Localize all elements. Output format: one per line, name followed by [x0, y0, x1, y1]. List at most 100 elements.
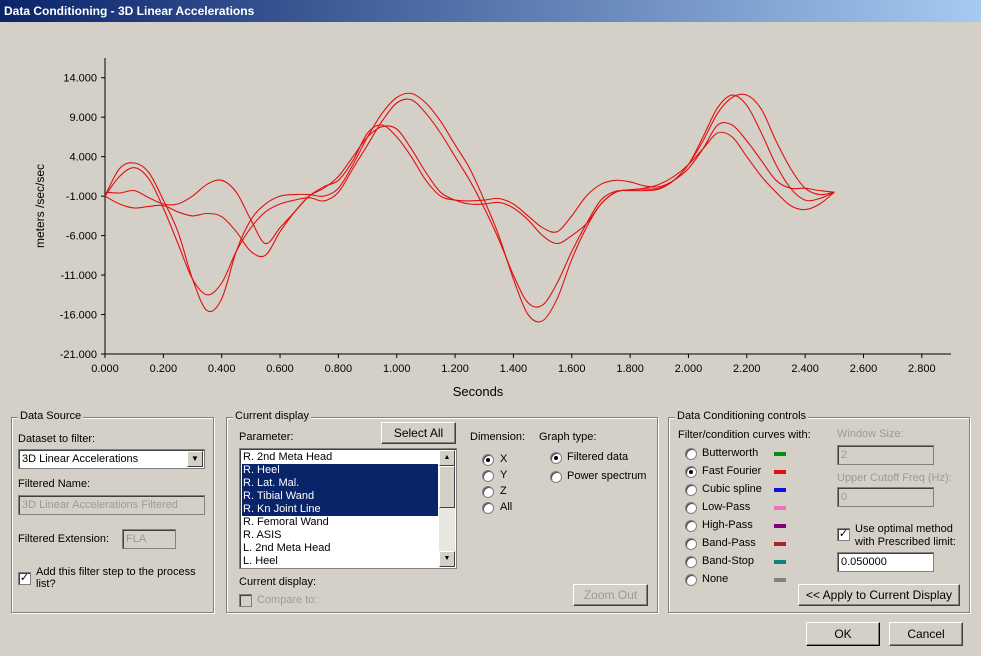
filter-label: Band-Stop: [702, 555, 754, 567]
dimension-radio-z[interactable]: [482, 486, 494, 498]
parameter-list-item[interactable]: R. Kn Joint Line: [242, 503, 438, 516]
x-tick-label: 1.000: [383, 363, 411, 375]
filter-label: Butterworth: [702, 447, 759, 459]
filter-color-swatch: [774, 506, 786, 510]
filter-radio[interactable]: [685, 556, 697, 568]
x-tick-label: 0.200: [150, 363, 178, 375]
dimension-label-y: Y: [500, 469, 508, 481]
dimension-radio-y[interactable]: [482, 470, 494, 482]
apply-button[interactable]: << Apply to Current Display: [798, 584, 960, 606]
ok-button[interactable]: OK: [806, 622, 880, 646]
x-tick-label: 2.600: [850, 363, 878, 375]
graph-type-radio[interactable]: [550, 452, 562, 464]
scroll-down-icon[interactable]: ▼: [439, 551, 455, 567]
parameter-list-item[interactable]: R. Lat. Mal.: [242, 477, 438, 490]
filter-color-swatch: [774, 452, 786, 456]
y-tick-label: -21.000: [60, 349, 97, 361]
filter-radio[interactable]: [685, 538, 697, 550]
filter-radio[interactable]: [685, 448, 697, 460]
dimension-radio-all[interactable]: [482, 502, 494, 514]
optimal-method-checkbox[interactable]: ✓: [837, 528, 850, 541]
filter-radio[interactable]: [685, 520, 697, 532]
prescribed-limit-field[interactable]: 0.050000: [837, 552, 934, 572]
add-filter-label-line2: list?: [36, 578, 56, 590]
dimension-label-z: Z: [500, 485, 507, 497]
optimal-label-line2: with Prescribed limit:: [855, 536, 956, 548]
graph-type-label: Filtered data: [567, 451, 629, 463]
window-title: Data Conditioning - 3D Linear Accelerati…: [0, 0, 981, 22]
dataset-select[interactable]: 3D Linear Accelerations ▼: [18, 449, 205, 469]
parameter-list-item[interactable]: R. 2nd Meta Head: [242, 451, 438, 464]
filtered-ext-label: Filtered Extension:: [18, 533, 110, 545]
data-source-legend: Data Source: [18, 410, 84, 422]
x-tick-label: 0.400: [208, 363, 236, 375]
parameter-listbox[interactable]: L. Heel L. 2nd Meta Head R. ASIS R. Femoral…: [239, 448, 457, 569]
dataset-value: 3D Linear Accelerations: [22, 453, 139, 465]
x-tick-label: 2.400: [791, 363, 819, 375]
y-tick-label: -16.000: [60, 310, 97, 322]
dimension-radio-x[interactable]: [482, 454, 494, 466]
x-tick-label: 1.200: [441, 363, 469, 375]
filter-radio[interactable]: [685, 502, 697, 514]
curves-label: Filter/condition curves with:: [678, 429, 811, 441]
y-tick-label: 9.000: [69, 112, 97, 124]
dimension-label-all: All: [500, 501, 513, 513]
filtered-name-field[interactable]: 3D Linear Accelerations Filtered: [18, 495, 205, 515]
chevron-down-icon[interactable]: ▼: [187, 451, 203, 467]
series-line: [104, 125, 835, 258]
compare-checkbox[interactable]: [239, 594, 252, 607]
cutoff-field[interactable]: 0: [837, 487, 934, 507]
x-tick-label: 0.000: [91, 363, 119, 375]
filter-color-swatch: [774, 524, 786, 528]
window-size-field[interactable]: 2: [837, 445, 934, 465]
series-line: [104, 92, 835, 323]
x-tick-label: 1.400: [500, 363, 528, 375]
x-tick-label: 2.000: [675, 363, 703, 375]
x-tick-label: 1.800: [616, 363, 644, 375]
filter-radio[interactable]: [685, 574, 697, 586]
scroll-thumb[interactable]: [439, 466, 455, 508]
y-tick-label: -11.000: [61, 270, 98, 282]
graph-type-radio[interactable]: [550, 471, 562, 483]
current-display-legend: Current display: [233, 410, 311, 422]
filter-label: Low-Pass: [702, 501, 751, 513]
filter-label: None: [702, 573, 729, 585]
filter-radio[interactable]: [685, 466, 697, 478]
add-filter-label-line1: Add this filter step to the process: [36, 566, 196, 578]
filter-label: Fast Fourier: [702, 465, 762, 477]
dataset-label: Dataset to filter:: [18, 433, 96, 445]
x-tick-label: 0.800: [325, 363, 353, 375]
y-tick-label: 4.000: [69, 152, 97, 164]
scroll-up-icon[interactable]: ▲: [439, 450, 455, 466]
x-axis-title: Seconds: [453, 384, 504, 399]
cutoff-label: Upper Cutoff Freq (Hz):: [837, 472, 952, 484]
window-size-label: Window Size:: [837, 428, 904, 440]
filtered-ext-field[interactable]: FLA: [122, 529, 176, 549]
parameter-list-item[interactable]: R. Heel: [242, 464, 438, 477]
parameter-scrollbar[interactable]: ▲ ▼: [439, 450, 455, 567]
filter-label: High-Pass: [702, 519, 753, 531]
filter-color-swatch: [774, 560, 786, 564]
y-axis-title: meters /sec/sec: [33, 164, 47, 248]
cancel-button[interactable]: Cancel: [889, 622, 963, 646]
optimal-label-line1: Use optimal method: [855, 523, 953, 535]
dimension-label-x: X: [500, 453, 508, 465]
parameter-list-item[interactable]: R. Tibial Wand: [242, 490, 438, 503]
parameter-list-item[interactable]: R. Femoral Wand: [242, 516, 438, 529]
parameter-list-item[interactable]: L. 2nd Meta Head: [242, 542, 438, 555]
x-tick-label: 0.600: [266, 363, 294, 375]
filter-radio[interactable]: [685, 484, 697, 496]
dimension-label: Dimension:: [470, 431, 526, 443]
zoom-out-button[interactable]: Zoom Out: [573, 584, 648, 606]
x-tick-label: 2.800: [908, 363, 936, 375]
y-tick-label: -1.000: [66, 191, 97, 203]
compare-label: Compare to:: [257, 594, 318, 606]
series-line: [104, 122, 835, 245]
filtered-name-label: Filtered Name:: [18, 478, 91, 490]
filter-label: Cubic spline: [702, 483, 762, 495]
select-all-button[interactable]: Select All: [381, 422, 456, 444]
parameter-list-item[interactable]: L. Heel: [242, 555, 438, 568]
add-filter-checkbox[interactable]: ✓: [18, 572, 31, 585]
parameter-list-item[interactable]: R. ASIS: [242, 529, 438, 542]
filter-color-swatch: [774, 542, 786, 546]
